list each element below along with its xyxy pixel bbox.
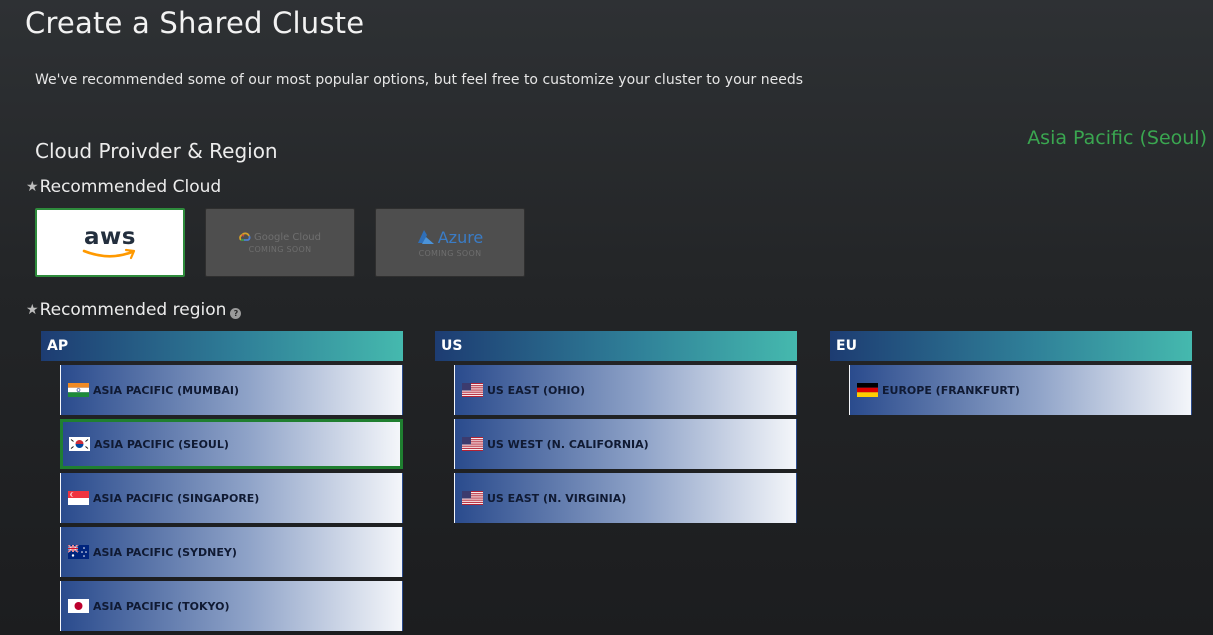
recommended-cloud-label: Recommended Cloud (39, 177, 222, 197)
us-flag-icon (462, 491, 483, 505)
page-title: Create a Shared Cluste (25, 6, 365, 40)
google-cloud-label: Google Cloud (253, 231, 321, 243)
aws-smile-icon (82, 248, 136, 259)
page-subtitle: We've recommended some of our most popul… (35, 72, 804, 88)
region-header-us: US (435, 331, 797, 361)
star-icon: ★ (26, 179, 39, 195)
region-column-ap: AP ASIA PACIFIC (MUMBAI) ASIA PACIFIC (S… (41, 331, 403, 635)
aws-logo-text: aws (84, 223, 136, 250)
region-item-mumbai[interactable]: ASIA PACIFIC (MUMBAI) (60, 365, 403, 415)
region-label: ASIA PACIFIC (TOKYO) (93, 599, 230, 613)
region-label: ASIA PACIFIC (MUMBAI) (93, 383, 239, 397)
region-item-singapore[interactable]: ASIA PACIFIC (SINGAPORE) (60, 473, 403, 523)
region-column-eu: EU EUROPE (FRANKFURT) (830, 331, 1192, 419)
australia-flag-icon (68, 545, 89, 559)
recommended-region-heading: ★ Recommended region ? (26, 300, 242, 320)
coming-soon-badge: COMING SOON (248, 244, 312, 254)
india-flag-icon (68, 383, 89, 397)
region-header-ap: AP (41, 331, 403, 361)
south-korea-flag-icon (69, 437, 90, 451)
us-flag-icon (462, 437, 483, 451)
region-item-us-west-california[interactable]: US WEST (N. CALIFORNIA) (454, 419, 797, 469)
provider-card-google-cloud[interactable]: Google Cloud COMING SOON (205, 208, 355, 277)
region-label: ASIA PACIFIC (SYDNEY) (93, 545, 237, 559)
help-icon[interactable]: ? (230, 307, 242, 319)
provider-card-aws[interactable]: aws (35, 208, 185, 277)
region-label: US EAST (OHIO) (487, 383, 586, 397)
azure-label: Azure (437, 227, 484, 247)
region-item-frankfurt[interactable]: EUROPE (FRANKFURT) (849, 365, 1192, 415)
region-item-us-east-ohio[interactable]: US EAST (OHIO) (454, 365, 797, 415)
aws-logo: aws (82, 223, 138, 260)
region-item-us-east-virginia[interactable]: US EAST (N. VIRGINIA) (454, 473, 797, 523)
recommended-cloud-heading: ★ Recommended Cloud (26, 177, 221, 197)
provider-card-azure[interactable]: Azure COMING SOON (375, 208, 525, 277)
germany-flag-icon (857, 383, 878, 397)
cloud-provider-region-heading: Cloud Proivder & Region (35, 139, 278, 163)
coming-soon-badge: COMING SOON (418, 248, 482, 258)
region-column-us: US US EAST (OHIO) US WEST (N. CALIFORNIA… (435, 331, 797, 527)
region-label: ASIA PACIFIC (SEOUL) (94, 437, 229, 451)
singapore-flag-icon (68, 491, 89, 505)
google-cloud-icon (239, 232, 251, 241)
region-label: US EAST (N. VIRGINIA) (487, 491, 627, 505)
region-label: US WEST (N. CALIFORNIA) (487, 437, 649, 451)
region-label: ASIA PACIFIC (SINGAPORE) (93, 491, 260, 505)
region-label: EUROPE (FRANKFURT) (882, 383, 1020, 397)
region-header-eu: EU (830, 331, 1192, 361)
us-flag-icon (462, 383, 483, 397)
star-icon: ★ (26, 302, 39, 318)
selected-region-display: Asia Pacific (Seoul) (1027, 127, 1207, 149)
recommended-region-label: Recommended region (39, 300, 227, 320)
region-item-sydney[interactable]: ASIA PACIFIC (SYDNEY) (60, 527, 403, 577)
region-item-seoul[interactable]: ASIA PACIFIC (SEOUL) (60, 419, 403, 469)
japan-flag-icon (68, 599, 89, 613)
region-item-tokyo[interactable]: ASIA PACIFIC (TOKYO) (60, 581, 403, 631)
azure-icon (417, 230, 434, 244)
